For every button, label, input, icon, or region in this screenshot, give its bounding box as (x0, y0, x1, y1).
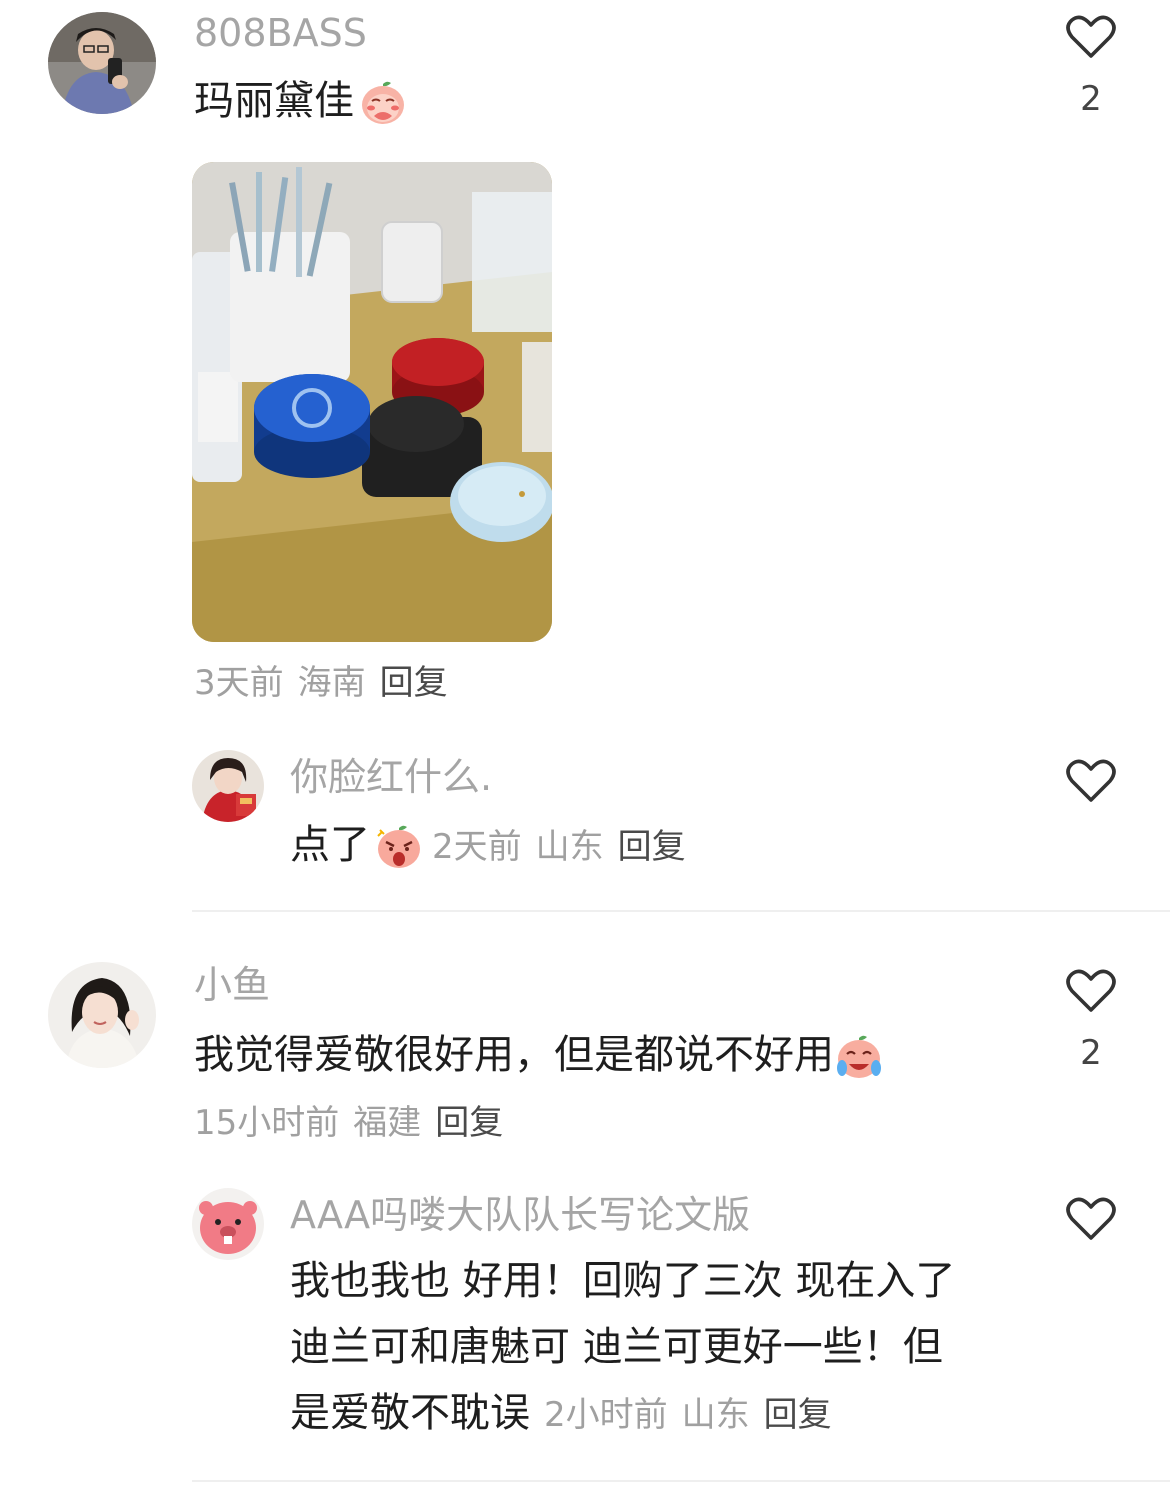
reply-text: 我也我也 好用！回购了三次 现在入了 迪兰可和唐魅可 迪兰可更好一些！但 是爱敬… (290, 1248, 1010, 1448)
comment-meta: 15小时前 福建 回复 (194, 1106, 517, 1140)
comment-text-content: 我觉得爱敬很好用，但是都说不好用 (194, 1032, 834, 1078)
heart-icon[interactable] (1066, 14, 1116, 60)
comment-text: 玛丽黛佳 (194, 78, 408, 128)
user-avatar-image (48, 12, 156, 114)
heart-icon[interactable] (1066, 758, 1116, 804)
reply-button[interactable]: 回复 (380, 663, 448, 703)
reply-location: 山东 (535, 827, 604, 867)
avatar[interactable] (48, 962, 156, 1068)
reply-text: 点了 2天前 山东 回复 (290, 822, 700, 872)
reply-time: 2小时前 (544, 1395, 668, 1435)
comment-thread: 808BASS 玛丽黛佳 2 3天前 海南 回复 你脸红什么. 点了 2天前 山… (0, 0, 1170, 1507)
reply-text-line: 我也我也 好用！回购了三次 现在入了 (290, 1258, 956, 1304)
reply-username[interactable]: AAA吗喽大队队长写论文版 (290, 1196, 750, 1234)
reply-text-line-last: 是爱敬不耽误 2小时前 山东 回复 (290, 1380, 1010, 1448)
like-count: 2 (1080, 79, 1102, 119)
reply-text-line: 是爱敬不耽误 (290, 1390, 530, 1436)
comment-time: 3天前 (194, 663, 284, 703)
crying-laugh-peach-emoji-icon (834, 1032, 884, 1082)
reply-meta: 2小时前 山东 回复 (544, 1395, 846, 1435)
comment-text-content: 玛丽黛佳 (194, 78, 354, 124)
reply-button[interactable]: 回复 (618, 827, 686, 867)
reply-text-content: 点了 (290, 822, 370, 868)
comment-username[interactable]: 小鱼 (194, 966, 270, 1004)
comment-text: 我觉得爱敬很好用，但是都说不好用 (194, 1032, 884, 1082)
comment-location: 福建 (353, 1103, 422, 1143)
reply-location: 山东 (681, 1395, 750, 1435)
comment-divider (192, 1480, 1170, 1482)
shy-peach-emoji-icon (358, 78, 408, 128)
comment-username[interactable]: 808BASS (194, 14, 367, 52)
like-count: 2 (1080, 1033, 1102, 1073)
reply-username[interactable]: 你脸红什么. (290, 758, 492, 796)
reply-meta: 2天前 山东 回复 (432, 827, 700, 867)
comment-meta: 3天前 海南 回复 (194, 666, 462, 700)
user-avatar-image (192, 1188, 264, 1260)
reply-button[interactable]: 回复 (764, 1395, 832, 1435)
reply-time: 2天前 (432, 827, 522, 867)
avatar[interactable] (48, 12, 156, 114)
comment-time: 15小时前 (194, 1103, 340, 1143)
reply-text-line: 迪兰可和唐魅可 迪兰可更好一些！但 (290, 1324, 943, 1370)
comment-photo[interactable] (192, 162, 552, 642)
user-avatar-image (48, 962, 156, 1068)
cosmetics-photo-image (192, 162, 552, 642)
avatar[interactable] (192, 750, 264, 822)
reply-button[interactable]: 回复 (435, 1103, 503, 1143)
heart-icon[interactable] (1066, 1196, 1116, 1242)
avatar[interactable] (192, 1188, 264, 1260)
comment-location: 海南 (297, 663, 366, 703)
heart-icon[interactable] (1066, 968, 1116, 1014)
user-avatar-image (192, 750, 264, 822)
comment-divider (192, 910, 1170, 912)
shocked-peach-emoji-icon (374, 822, 424, 872)
